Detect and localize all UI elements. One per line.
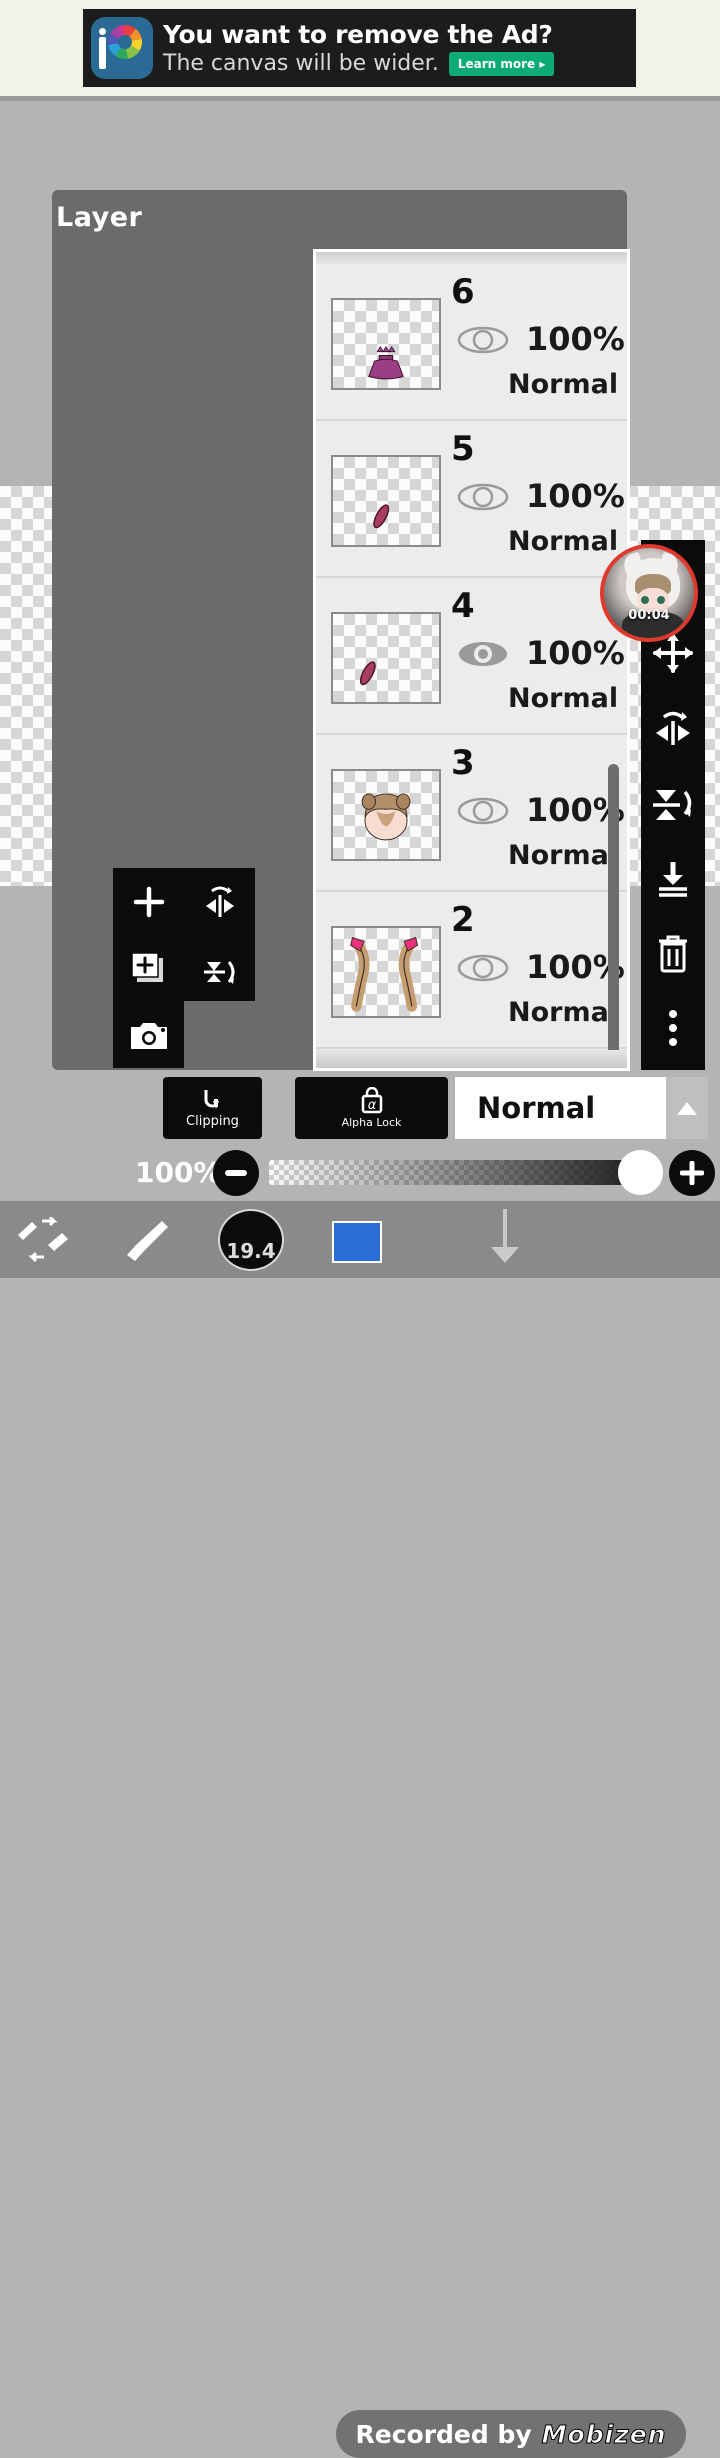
layer-thumbnail[interactable]: [331, 926, 441, 1018]
opacity-increase-button[interactable]: [669, 1149, 715, 1196]
ad-headline: You want to remove the Ad?: [163, 19, 553, 49]
opacity-controls: 100%: [135, 1145, 715, 1200]
eye-outline-icon[interactable]: [456, 324, 510, 356]
duplicate-layer-icon[interactable]: [113, 935, 184, 1002]
alpha-lock-button[interactable]: α Alpha Lock: [295, 1077, 448, 1139]
layer-number: 4: [451, 586, 475, 626]
layer-blend-mode: Normal: [508, 683, 619, 714]
ad-subline: The canvas will be wider.: [163, 50, 439, 76]
layer-opacity: 100%: [526, 477, 625, 515]
svg-text:α: α: [367, 1098, 376, 1113]
layer-thumbnail[interactable]: [331, 769, 441, 861]
layer-thumbnail[interactable]: [331, 455, 441, 547]
camera-icon[interactable]: [113, 1001, 184, 1068]
table-row[interactable]: 5 100% Normal: [316, 421, 627, 578]
watermark-brand: Mobizen: [541, 2419, 667, 2449]
color-swatch[interactable]: [332, 1221, 382, 1263]
eye-outline-icon[interactable]: [456, 952, 510, 984]
eye-outline-icon[interactable]: [456, 795, 510, 827]
flip-vertical-icon[interactable]: [641, 765, 705, 840]
magenta-stroke-sprite: [359, 661, 376, 686]
layer-list-top-edge: [316, 252, 627, 264]
webcam-overlay[interactable]: 00:04: [600, 544, 698, 642]
opacity-value: 100%: [135, 1156, 222, 1189]
layer-mode-controls: Clipping α Alpha Lock Normal: [163, 1077, 708, 1139]
brush-size-value: 19.4: [226, 1239, 276, 1263]
brush-eraser-swap-icon[interactable]: [12, 1217, 74, 1263]
layer-list-scrollbar[interactable]: [608, 764, 619, 1062]
table-row[interactable]: 3 100% Normal: [316, 735, 627, 892]
layer-blend-mode: Normal: [508, 369, 619, 400]
opacity-slider-handle[interactable]: [618, 1150, 663, 1195]
layer-thumbnail[interactable]: [331, 612, 441, 704]
layer-number: 2: [451, 900, 475, 940]
layer-blend-mode: Normal: [508, 840, 619, 871]
purple-dress-sprite: [368, 345, 404, 380]
table-row[interactable]: 6 100% Normal: [316, 264, 627, 421]
layer-thumbnail[interactable]: [331, 298, 441, 390]
trash-icon[interactable]: [641, 915, 705, 990]
layer-opacity: 100%: [526, 634, 625, 672]
layer-number: 3: [451, 743, 475, 783]
flip-horizontal-icon[interactable]: [641, 690, 705, 765]
ad-text-block: You want to remove the Ad? The canvas wi…: [163, 20, 636, 77]
alpha-lock-label: Alpha Lock: [341, 1116, 402, 1129]
recording-timer: 00:04: [628, 608, 670, 623]
table-row[interactable]: 2 100% Normal: [316, 892, 627, 1049]
magenta-stroke-sprite: [373, 504, 390, 529]
ad-learn-more-button[interactable]: Learn more ▸: [448, 51, 555, 76]
plus-icon[interactable]: [113, 868, 184, 935]
blend-mode-select[interactable]: Normal: [455, 1077, 708, 1139]
advertisement-bar: You want to remove the Ad? The canvas wi…: [0, 0, 720, 96]
ad-banner[interactable]: You want to remove the Ad? The canvas wi…: [83, 9, 636, 87]
table-row[interactable]: 4 100% Normal: [316, 578, 627, 735]
eye-outline-icon[interactable]: [456, 481, 510, 513]
layer-opacity: 100%: [526, 320, 625, 358]
alpha-lock-icon: α: [361, 1087, 382, 1114]
opacity-decrease-button[interactable]: [213, 1149, 259, 1196]
merge-down-icon[interactable]: [641, 840, 705, 915]
layer-blend-mode: Normal: [508, 997, 619, 1028]
face-with-brown-hair-sprite: [361, 793, 411, 841]
twintail-hair-sprite: [350, 936, 419, 1012]
layer-number: 6: [451, 272, 475, 312]
brush-size-indicator[interactable]: 19.4: [218, 1209, 284, 1271]
clipping-label: Clipping: [186, 1114, 239, 1129]
clipping-arrow-icon: [204, 1090, 219, 1109]
eye-filled-icon[interactable]: [456, 638, 510, 670]
paintbrush-icon[interactable]: [122, 1215, 172, 1265]
download-arrow-icon: [480, 1205, 530, 1269]
flip-vertical-icon[interactable]: [184, 935, 255, 1002]
layer-blend-mode: Normal: [508, 526, 619, 557]
page-title: Layer: [56, 202, 143, 233]
layer-number: 5: [451, 429, 475, 469]
layer-list-bottom-edge: [316, 1050, 627, 1068]
layer-rows-container: 6 100% Normal 5 100% Normal 4 100% Norma…: [316, 264, 627, 1049]
add-layer-panel[interactable]: [113, 868, 255, 1068]
blend-mode-value: Normal: [477, 1091, 596, 1125]
clipping-button[interactable]: Clipping: [163, 1077, 262, 1139]
layer-list[interactable]: 6 100% Normal 5 100% Normal 4 100% Norma…: [313, 249, 630, 1071]
more-vertical-icon[interactable]: [641, 990, 705, 1065]
ibispaint-logo-icon: [91, 17, 153, 79]
opacity-slider[interactable]: [269, 1150, 663, 1195]
triangle-up-icon[interactable]: [666, 1077, 708, 1139]
flip-horizontal-icon[interactable]: [184, 868, 255, 935]
mobizen-watermark: Recorded by Mobizen: [336, 2410, 686, 2458]
watermark-text: Recorded by: [355, 2419, 532, 2449]
